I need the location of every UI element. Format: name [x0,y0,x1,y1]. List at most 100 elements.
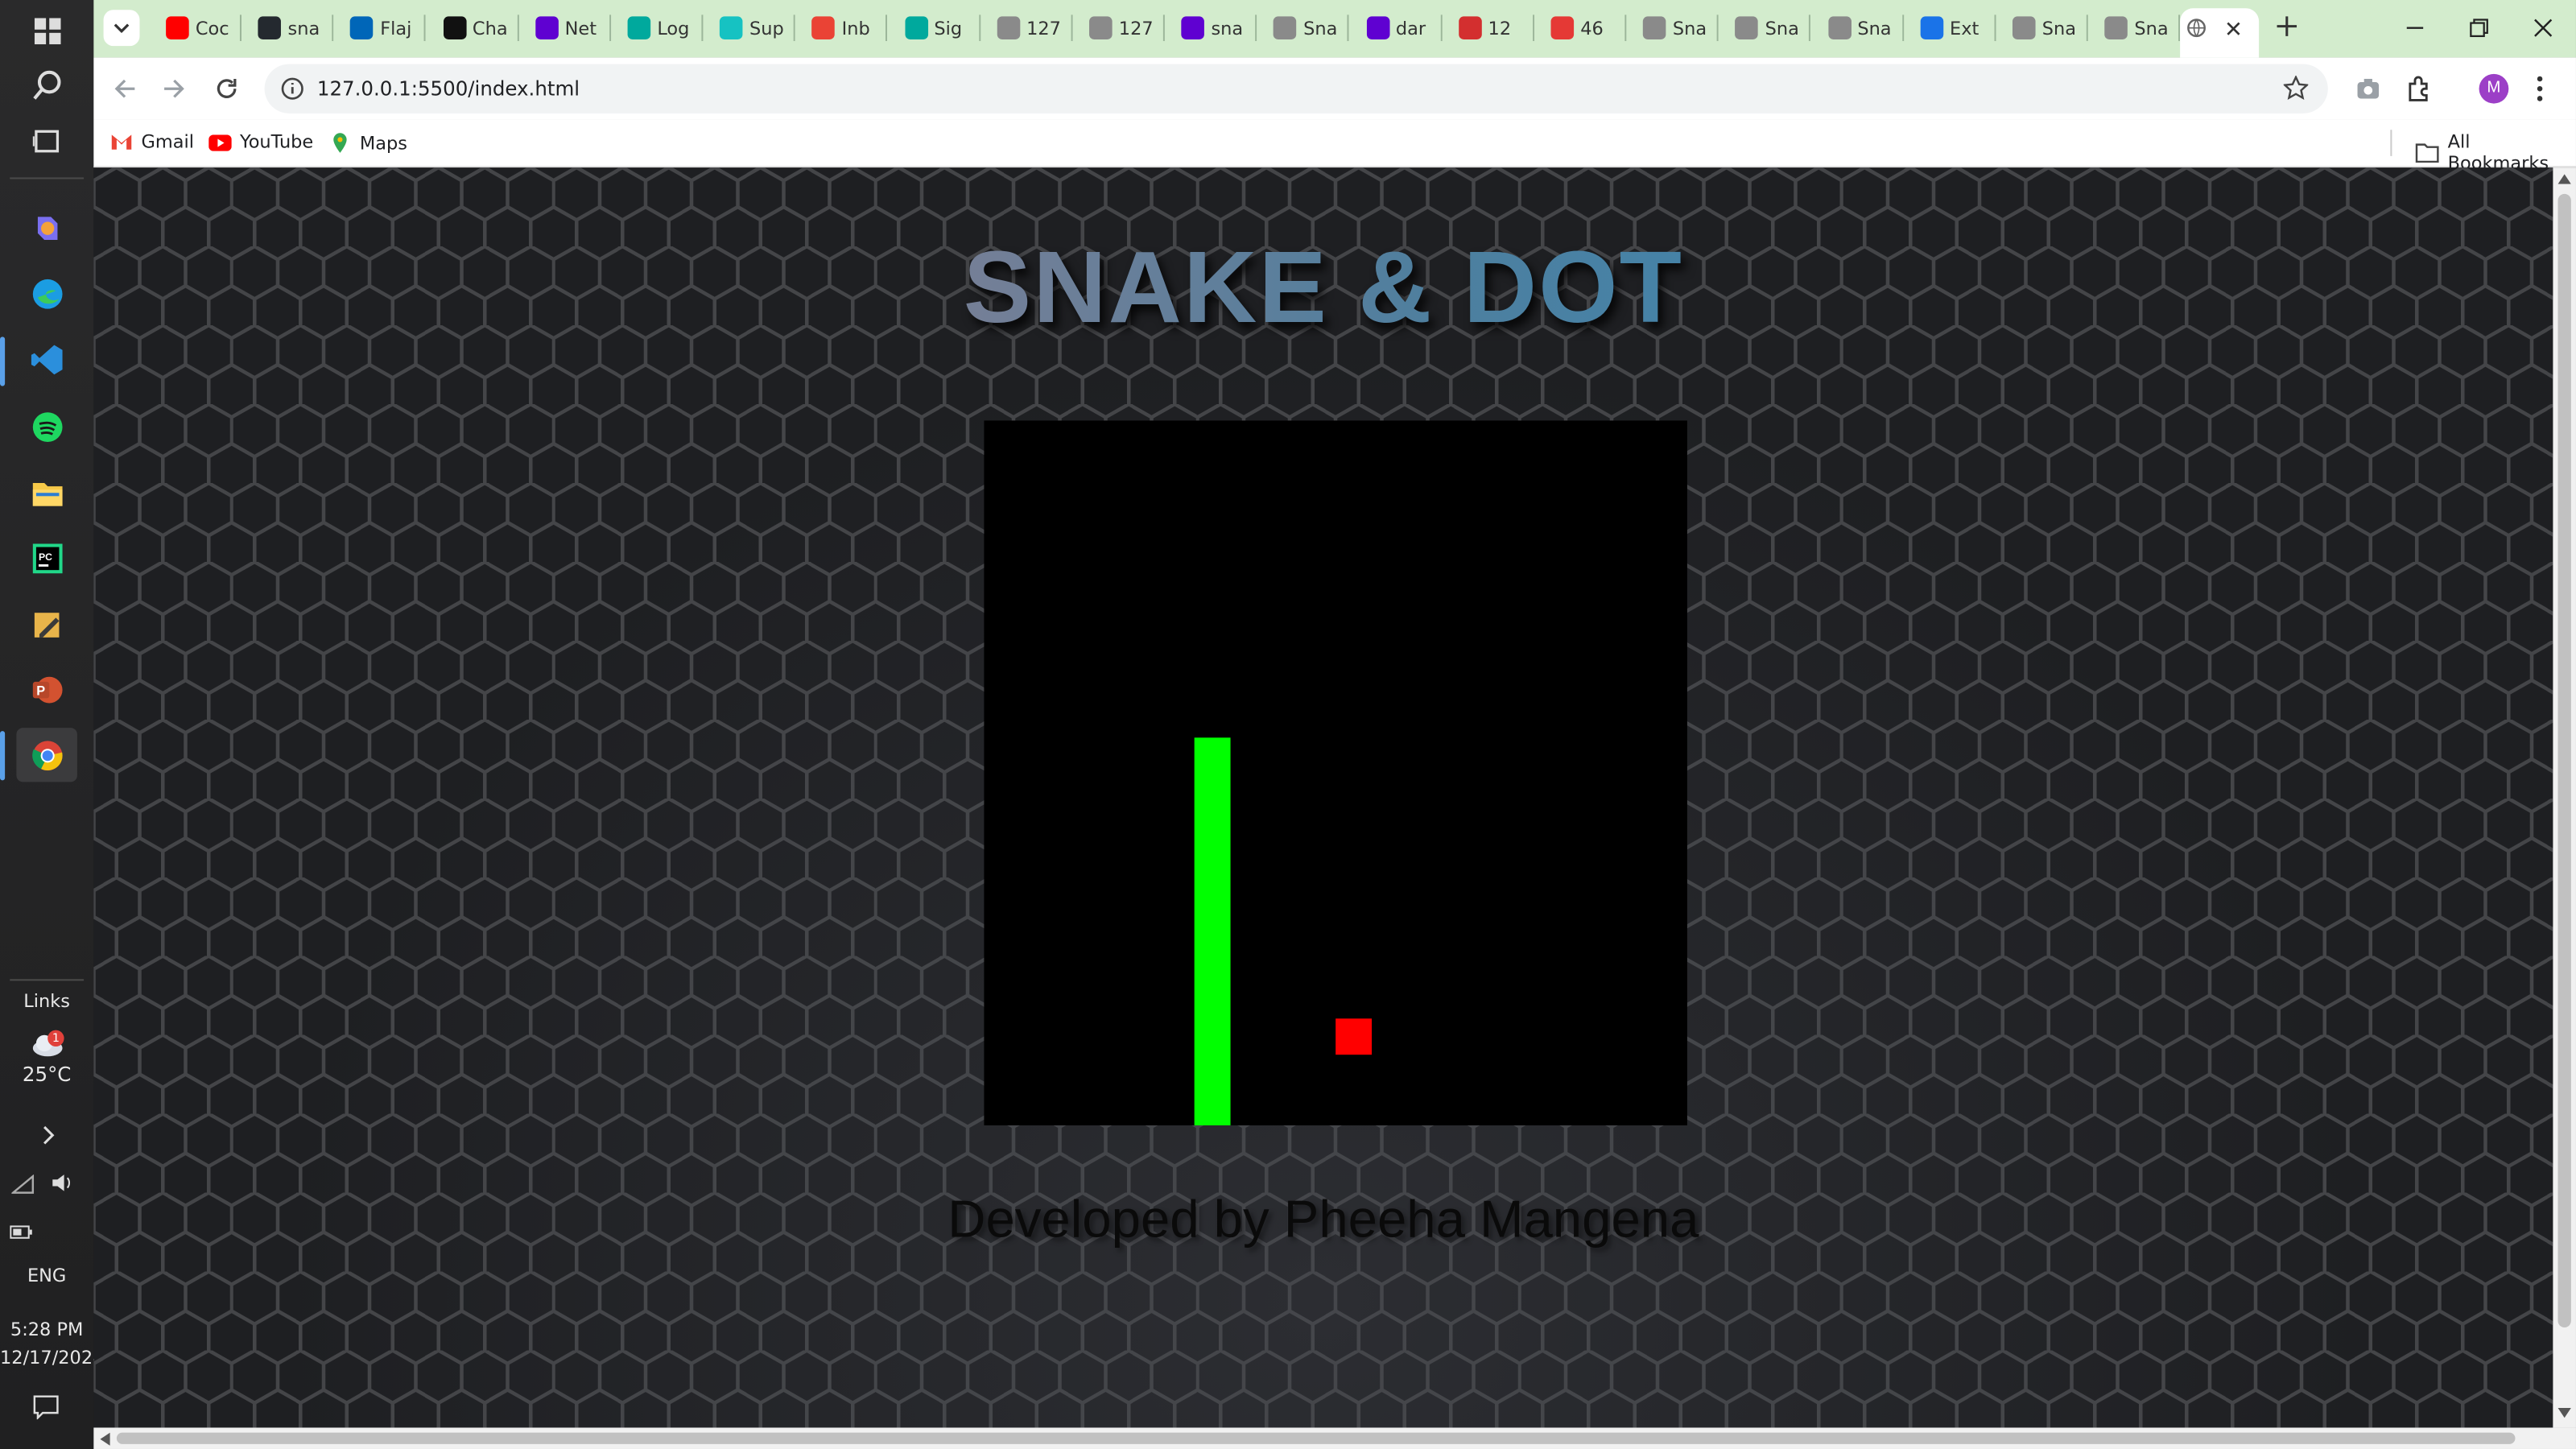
tab[interactable]: dar [1356,10,1442,46]
powerpoint-icon[interactable]: P [16,662,77,716]
tab[interactable]: 12 [1449,10,1534,46]
tab[interactable]: 127 [987,10,1073,46]
forward-button[interactable] [163,77,186,109]
tab[interactable]: sna [1171,10,1257,46]
language-indicator[interactable]: ENG [0,1265,93,1286]
url-text[interactable]: 127.0.0.1:5500/index.html [317,77,580,101]
tab[interactable]: Sna [2095,10,2181,46]
scrollbar-thumb[interactable] [2557,193,2571,1327]
notifications-icon[interactable] [33,1395,60,1428]
tab[interactable]: 127 [1080,10,1165,46]
tab[interactable]: Ext [1910,10,1996,46]
screenshot-button[interactable] [2356,77,2381,109]
tab-favicon-icon [2104,16,2128,39]
youtube-icon [208,134,232,151]
tab-label: Ext [1950,17,1979,39]
edge-icon[interactable] [16,266,77,320]
task-view-icon[interactable] [16,114,77,167]
scroll-down-icon[interactable] [2557,1407,2571,1418]
tab[interactable]: Sna [1264,10,1350,46]
tab-active[interactable] [2180,8,2260,58]
address-bar[interactable]: 127.0.0.1:5500/index.html [264,64,2328,114]
tab-favicon-icon [997,16,1020,39]
notes-app-icon[interactable] [16,597,77,650]
tab-label: Inb [841,17,870,39]
minimize-button[interactable] [2405,16,2425,46]
tab[interactable]: Sna [1726,10,1811,46]
bookmark-gmail[interactable]: Gmail [110,131,194,153]
active-indicator [0,731,6,781]
tab-separator [609,14,611,42]
arrow-left-icon [114,79,135,98]
scroll-left-icon[interactable] [100,1432,110,1446]
horizontal-scrollbar[interactable] [93,1427,2576,1449]
extensions-button[interactable] [2407,76,2434,110]
tab-label: 46 [1580,17,1604,39]
file-explorer-icon[interactable] [16,465,77,519]
start-icon[interactable] [16,3,77,57]
tab-favicon-icon [720,16,743,39]
tab-separator [332,14,334,42]
tab-separator [1994,14,1996,42]
bookmark-maps[interactable]: Maps [328,131,407,155]
new-tab-button[interactable] [2276,13,2299,43]
scrollbar-thumb[interactable] [116,1432,2516,1444]
tab[interactable]: Coc [156,10,242,46]
tab-separator [886,14,888,42]
tab[interactable]: Log [617,10,704,46]
bookmark-label: Gmail [141,131,195,153]
clock-date[interactable]: 12/17/2024 [0,1347,104,1368]
tab[interactable]: Sig [894,10,980,46]
back-button[interactable] [114,77,137,109]
volume-icon[interactable] [51,1171,74,1201]
search-icon[interactable] [16,57,77,111]
tab[interactable]: 46 [1541,10,1627,46]
tab-label: Coc [195,17,229,39]
profile-avatar[interactable]: M [2479,73,2509,104]
vertical-scrollbar[interactable] [2553,167,2576,1428]
tab-label: sna [287,17,320,39]
links-label[interactable]: Links [0,991,93,1013]
game-board[interactable] [984,420,1687,1125]
restore-button[interactable] [2469,16,2488,46]
tab[interactable]: sna [249,10,334,46]
reload-button[interactable] [215,77,238,109]
close-tab-icon[interactable] [2226,22,2240,36]
bookmark-star-icon[interactable] [2283,75,2309,101]
tab[interactable]: Sna [2003,10,2088,46]
tab-favicon-icon [1550,16,1575,39]
tab[interactable]: Sna [1633,10,1719,46]
tab-favicon-icon [1089,16,1113,39]
globe-icon [2187,19,2206,38]
vscode-icon[interactable] [16,332,77,386]
close-window-button[interactable] [2533,16,2553,46]
pycharm-icon[interactable]: PC [16,530,77,584]
site-info-icon[interactable] [281,77,304,101]
tab-favicon-icon [1274,16,1297,39]
tab[interactable]: Sna [1818,10,1904,46]
tab[interactable]: Inb [803,10,888,46]
tab-separator [1809,14,1811,42]
spotify-icon[interactable] [16,399,77,453]
copilot-icon[interactable] [16,200,77,254]
tab[interactable]: Cha [433,10,519,46]
tab-favicon-icon [258,16,282,39]
tab[interactable]: Net [526,10,611,46]
tab-label: Sna [2041,17,2076,39]
chevron-right-icon[interactable] [16,1117,77,1154]
scroll-up-icon[interactable] [2557,174,2571,184]
wifi-icon[interactable] [10,1173,35,1203]
weather-icon[interactable] [16,1023,77,1063]
tab-label: Sna [2134,17,2169,39]
tab[interactable]: Flaj [341,10,427,46]
tab-label: Sup [749,17,784,39]
bookmark-youtube[interactable]: YouTube [208,131,313,153]
battery-icon[interactable] [10,1219,33,1249]
tab-separator [1439,14,1442,42]
tab-label: Flaj [380,17,412,39]
chrome-icon[interactable] [16,728,77,782]
tab[interactable]: Sup [710,10,796,46]
tab-search-button[interactable] [103,10,140,47]
browser-menu-button[interactable] [2537,76,2543,110]
clock-time[interactable]: 5:28 PM [0,1319,93,1341]
